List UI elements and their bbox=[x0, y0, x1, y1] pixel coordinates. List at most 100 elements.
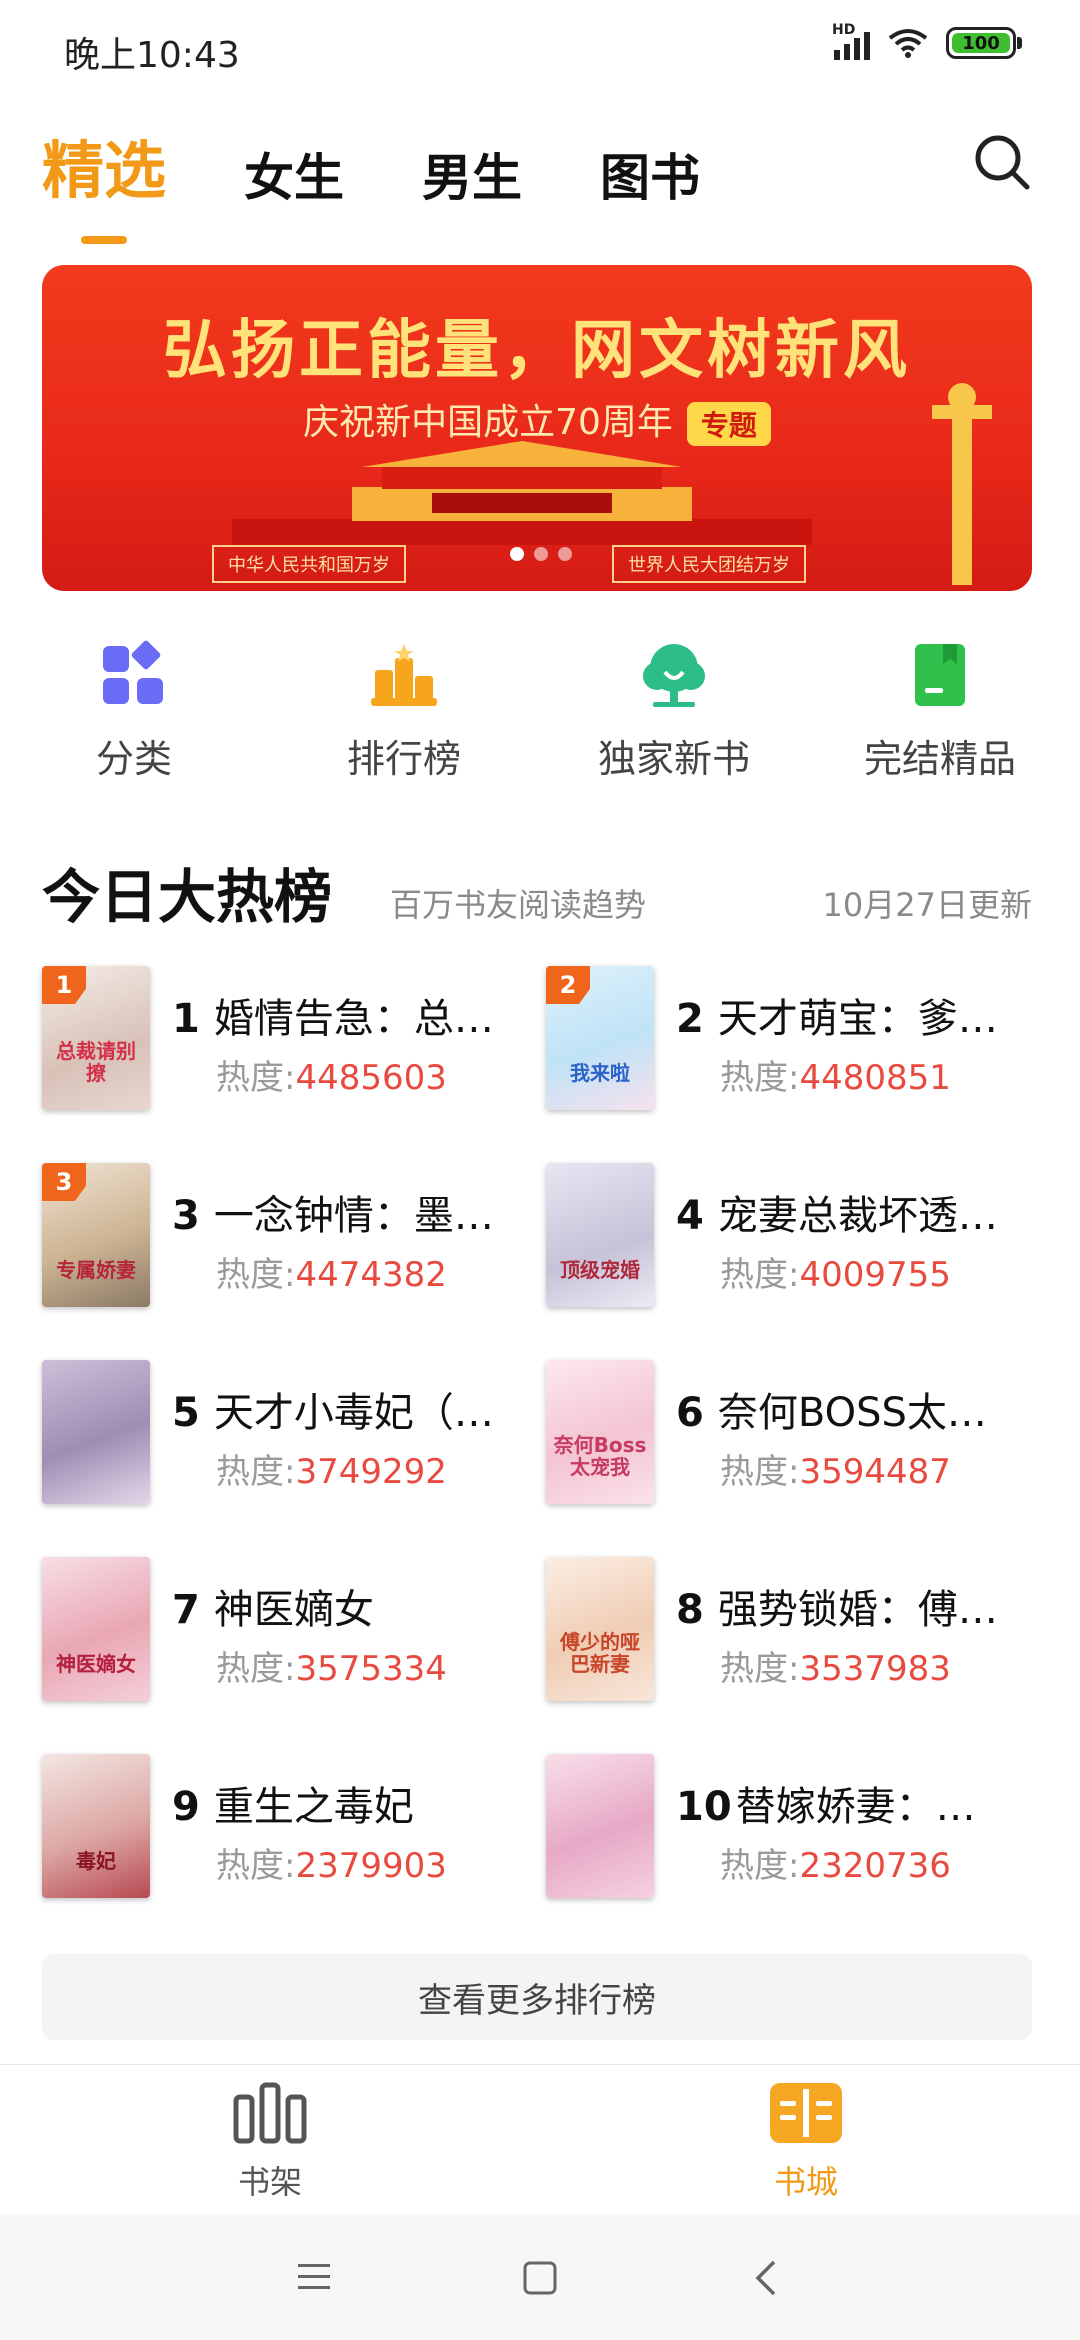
banner-ribbon-right: 世界人民大团结万岁 bbox=[612, 545, 806, 583]
book-item[interactable]: 我来啦 2 2 天才萌宝：爹地… 热度:4480851 bbox=[546, 966, 1066, 1116]
rank-number: 8 bbox=[676, 1587, 704, 1633]
cover-title: 神医嫡女 bbox=[56, 1652, 136, 1676]
menu-icon[interactable] bbox=[296, 2260, 332, 2294]
heat-value: 3575334 bbox=[295, 1649, 447, 1689]
heat-value: 3537983 bbox=[799, 1649, 951, 1689]
heat-label: 热度: bbox=[720, 1058, 800, 1098]
rank-number: 1 bbox=[172, 996, 200, 1042]
book-cover: 神医嫡女 bbox=[42, 1557, 150, 1701]
entry-completed[interactable]: 完结精品 bbox=[820, 640, 1060, 783]
entry-label: 独家新书 bbox=[597, 737, 750, 781]
book-title-text: 宠妻总裁坏透… bbox=[717, 1193, 998, 1239]
book-item[interactable]: 专属娇妻 3 3 一念钟情：墨… 热度:4474382 bbox=[42, 1163, 562, 1313]
entry-ranking[interactable]: 排行榜 bbox=[284, 640, 524, 783]
heat: 热度:3594487 bbox=[720, 1444, 951, 1493]
book-item[interactable]: 毒妃 9 重生之毒妃 热度:2379903 bbox=[42, 1754, 562, 1904]
status-icons: HD 100 bbox=[832, 22, 1022, 60]
heat-value: 4009755 bbox=[799, 1255, 951, 1295]
banner-title: 弘扬正能量，网文树新风 bbox=[163, 314, 911, 388]
book-title: 4 宠妻总裁坏透… bbox=[676, 1183, 1006, 1241]
gate-illustration bbox=[232, 441, 812, 545]
book-title: 5 天才小毒妃（… bbox=[172, 1380, 502, 1438]
heat-label: 热度: bbox=[216, 1058, 296, 1098]
cover-title: 专属娇妻 bbox=[56, 1258, 136, 1282]
heat: 热度:3537983 bbox=[720, 1641, 951, 1690]
tab-books[interactable]: 图书 bbox=[600, 138, 700, 210]
nav-bookshelf[interactable]: 书架 bbox=[170, 2081, 370, 2203]
cover-title: 奈何Boss太宠我 bbox=[553, 1433, 647, 1479]
tab-featured[interactable]: 精选 bbox=[42, 120, 166, 210]
rank-number: 7 bbox=[172, 1587, 200, 1633]
entry-label: 完结精品 bbox=[863, 737, 1016, 781]
book-title: 8 强势锁婚：傅少… bbox=[676, 1577, 1006, 1635]
back-icon[interactable] bbox=[752, 2258, 782, 2298]
promo-banner[interactable]: 弘扬正能量，网文树新风 庆祝新中国成立70周年 专题 中华人民共和国万岁 世界人民… bbox=[42, 265, 1032, 591]
book-title: 1 婚情告急：总… bbox=[172, 986, 502, 1044]
search-icon[interactable] bbox=[972, 132, 1032, 192]
heat: 热度:3575334 bbox=[216, 1641, 447, 1690]
rank-number: 10 bbox=[676, 1784, 732, 1830]
more-rankings-button[interactable]: 查看更多排行榜 bbox=[42, 1954, 1032, 2040]
heat-label: 热度: bbox=[720, 1649, 800, 1689]
heat-value: 4474382 bbox=[295, 1255, 447, 1295]
rank-number: 3 bbox=[172, 1193, 200, 1239]
tab-female[interactable]: 女生 bbox=[244, 138, 344, 210]
book-title-text: 替嫁娇妻：偏执… bbox=[735, 1784, 1006, 1830]
home-icon[interactable] bbox=[522, 2260, 558, 2296]
heat-value: 3749292 bbox=[295, 1452, 447, 1492]
book-item[interactable]: 10替嫁娇妻：偏执… 热度:2320736 bbox=[546, 1754, 1066, 1904]
rank-number: 9 bbox=[172, 1784, 200, 1830]
heat-label: 热度: bbox=[720, 1846, 800, 1886]
entry-category[interactable]: 分类 bbox=[14, 640, 254, 783]
book-cover: 傅少的哑巴新妻 bbox=[546, 1557, 654, 1701]
book-item[interactable]: 5 天才小毒妃（… 热度:3749292 bbox=[42, 1360, 562, 1510]
book-title-text: 一念钟情：墨… bbox=[213, 1193, 494, 1239]
book-title: 6 奈何BOSS太宠… bbox=[676, 1380, 1006, 1438]
bottom-nav: 书架 书城 bbox=[0, 2064, 1080, 2215]
update-date: 10月27日更新 bbox=[822, 886, 1032, 924]
heat-label: 热度: bbox=[216, 1255, 296, 1295]
book-title-text: 奈何BOSS太宠… bbox=[717, 1390, 1006, 1436]
book-item[interactable]: 奈何Boss太宠我 6 奈何BOSS太宠… 热度:3594487 bbox=[546, 1360, 1066, 1510]
heat-label: 热度: bbox=[720, 1255, 800, 1295]
battery-level: 100 bbox=[962, 32, 1000, 54]
tab-male[interactable]: 男生 bbox=[422, 138, 522, 210]
rank-badge: 2 bbox=[546, 966, 590, 1004]
cover-title: 顶级宠婚 bbox=[560, 1258, 640, 1282]
book-cover bbox=[546, 1754, 654, 1898]
nav-bookstore[interactable]: 书城 bbox=[706, 2081, 906, 2203]
cover-title: 总裁请别撩 bbox=[56, 1039, 136, 1085]
cover-title: 傅少的哑巴新妻 bbox=[560, 1630, 640, 1676]
entry-label: 分类 bbox=[95, 737, 172, 781]
book-title-text: 天才萌宝：爹地… bbox=[717, 996, 1006, 1042]
book-title: 2 天才萌宝：爹地… bbox=[676, 986, 1006, 1044]
book-item[interactable]: 总裁请别撩 1 1 婚情告急：总… 热度:4485603 bbox=[42, 966, 562, 1116]
book-cover bbox=[42, 1360, 150, 1504]
heat-value: 2379903 bbox=[295, 1846, 447, 1886]
carousel-dot bbox=[510, 547, 524, 561]
section-subtitle: 百万书友阅读趋势 bbox=[390, 886, 647, 924]
heat-value: 4480851 bbox=[799, 1058, 951, 1098]
rank-badge: 3 bbox=[42, 1163, 86, 1201]
entry-exclusive-new[interactable]: 独家新书 bbox=[554, 640, 794, 783]
tree-icon bbox=[643, 644, 705, 707]
book-cover: 顶级宠婚 bbox=[546, 1163, 654, 1307]
book-title-text: 强势锁婚：傅少… bbox=[717, 1587, 1006, 1633]
system-nav-bar bbox=[0, 2214, 1080, 2340]
book-title: 10替嫁娇妻：偏执… bbox=[676, 1774, 1006, 1832]
entry-label: 排行榜 bbox=[346, 737, 461, 781]
status-time: 晚上10:43 bbox=[64, 35, 240, 76]
book-cover: 奈何Boss太宠我 bbox=[546, 1360, 654, 1504]
heat: 热度:2379903 bbox=[216, 1838, 447, 1887]
book-item[interactable]: 傅少的哑巴新妻 8 强势锁婚：傅少… 热度:3537983 bbox=[546, 1557, 1066, 1707]
book-title-text: 天才小毒妃（… bbox=[213, 1390, 494, 1436]
top-tabs: 精选 女生 男生 图书 bbox=[42, 120, 778, 210]
heat-label: 热度: bbox=[216, 1649, 296, 1689]
book-title-text: 神医嫡女 bbox=[213, 1587, 374, 1633]
nav-label: 书城 bbox=[773, 2163, 838, 2201]
heat: 热度:4009755 bbox=[720, 1247, 951, 1296]
bookstore-icon bbox=[770, 2083, 842, 2143]
cover-title: 我来啦 bbox=[570, 1061, 630, 1085]
book-item[interactable]: 神医嫡女 7 神医嫡女 热度:3575334 bbox=[42, 1557, 562, 1707]
book-item[interactable]: 顶级宠婚 4 宠妻总裁坏透… 热度:4009755 bbox=[546, 1163, 1066, 1313]
